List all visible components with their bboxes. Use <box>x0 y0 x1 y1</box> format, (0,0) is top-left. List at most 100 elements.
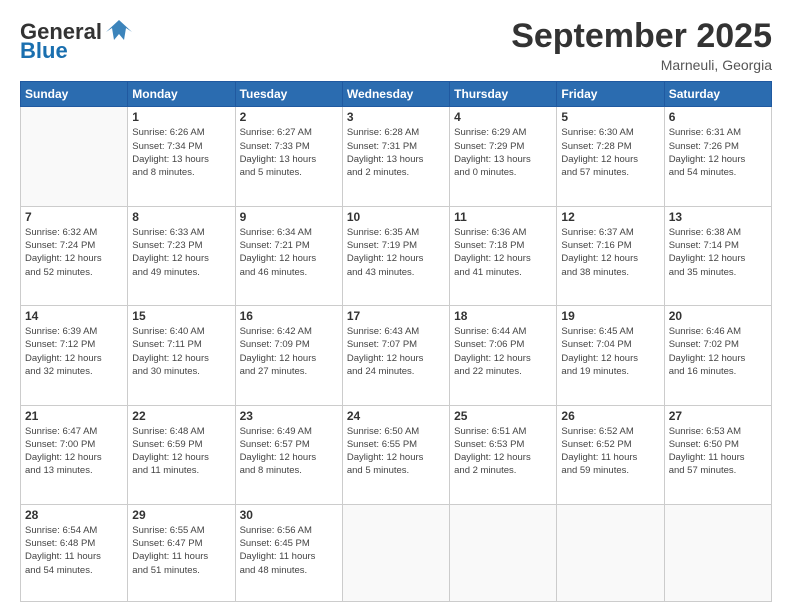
day-info: Sunrise: 6:28 AM Sunset: 7:31 PM Dayligh… <box>347 126 445 179</box>
day-info: Sunrise: 6:49 AM Sunset: 6:57 PM Dayligh… <box>240 425 338 478</box>
day-info: Sunrise: 6:56 AM Sunset: 6:45 PM Dayligh… <box>240 524 338 577</box>
col-tuesday: Tuesday <box>235 82 342 107</box>
day-info: Sunrise: 6:29 AM Sunset: 7:29 PM Dayligh… <box>454 126 552 179</box>
table-row: 17 Sunrise: 6:43 AM Sunset: 7:07 PM Dayli… <box>342 306 449 405</box>
day-info: Sunrise: 6:54 AM Sunset: 6:48 PM Dayligh… <box>25 524 123 577</box>
day-number: 12 <box>561 210 659 224</box>
calendar-week-row: 14 Sunrise: 6:39 AM Sunset: 7:12 PM Dayli… <box>21 306 772 405</box>
month-title: September 2025 <box>511 18 772 55</box>
day-info: Sunrise: 6:47 AM Sunset: 7:00 PM Dayligh… <box>25 425 123 478</box>
day-number: 5 <box>561 110 659 124</box>
table-row: 4Sunrise: 6:29 AM Sunset: 7:29 PM Daylig… <box>450 107 557 206</box>
table-row: 1Sunrise: 6:26 AM Sunset: 7:34 PM Daylig… <box>128 107 235 206</box>
table-row: 14 Sunrise: 6:39 AM Sunset: 7:12 PM Dayli… <box>21 306 128 405</box>
col-friday: Friday <box>557 82 664 107</box>
day-info: Sunrise: 6:38 AM Sunset: 7:14 PM Dayligh… <box>669 226 767 279</box>
table-row: 20 Sunrise: 6:46 AM Sunset: 7:02 PM Dayli… <box>664 306 771 405</box>
day-number: 28 <box>25 508 123 522</box>
day-info: Sunrise: 6:48 AM Sunset: 6:59 PM Dayligh… <box>132 425 230 478</box>
day-number: 16 <box>240 309 338 323</box>
day-info: Sunrise: 6:46 AM Sunset: 7:02 PM Dayligh… <box>669 325 767 378</box>
table-row: 11 Sunrise: 6:36 AM Sunset: 7:18 PM Dayli… <box>450 206 557 305</box>
day-info: Sunrise: 6:33 AM Sunset: 7:23 PM Dayligh… <box>132 226 230 279</box>
table-row: 12 Sunrise: 6:37 AM Sunset: 7:16 PM Dayli… <box>557 206 664 305</box>
calendar-table: Sunday Monday Tuesday Wednesday Thursday… <box>20 81 772 602</box>
table-row: 24 Sunrise: 6:50 AM Sunset: 6:55 PM Dayli… <box>342 405 449 504</box>
day-number: 26 <box>561 409 659 423</box>
day-info: Sunrise: 6:35 AM Sunset: 7:19 PM Dayligh… <box>347 226 445 279</box>
day-number: 15 <box>132 309 230 323</box>
day-info: Sunrise: 6:50 AM Sunset: 6:55 PM Dayligh… <box>347 425 445 478</box>
table-row: 29 Sunrise: 6:55 AM Sunset: 6:47 PM Dayli… <box>128 504 235 601</box>
day-number: 22 <box>132 409 230 423</box>
logo: General Blue <box>20 18 134 64</box>
table-row: 28 Sunrise: 6:54 AM Sunset: 6:48 PM Dayli… <box>21 504 128 601</box>
table-row: 5Sunrise: 6:30 AM Sunset: 7:28 PM Daylig… <box>557 107 664 206</box>
day-number: 11 <box>454 210 552 224</box>
col-saturday: Saturday <box>664 82 771 107</box>
table-row: 16Sunrise: 6:42 AM Sunset: 7:09 PM Dayli… <box>235 306 342 405</box>
table-row: 13 Sunrise: 6:38 AM Sunset: 7:14 PM Dayli… <box>664 206 771 305</box>
title-area: September 2025 Marneuli, Georgia <box>511 18 772 73</box>
day-info: Sunrise: 6:55 AM Sunset: 6:47 PM Dayligh… <box>132 524 230 577</box>
day-info: Sunrise: 6:40 AM Sunset: 7:11 PM Dayligh… <box>132 325 230 378</box>
day-number: 1 <box>132 110 230 124</box>
day-info: Sunrise: 6:43 AM Sunset: 7:07 PM Dayligh… <box>347 325 445 378</box>
col-monday: Monday <box>128 82 235 107</box>
day-info: Sunrise: 6:32 AM Sunset: 7:24 PM Dayligh… <box>25 226 123 279</box>
day-number: 29 <box>132 508 230 522</box>
table-row: 30 Sunrise: 6:56 AM Sunset: 6:45 PM Dayli… <box>235 504 342 601</box>
day-info: Sunrise: 6:44 AM Sunset: 7:06 PM Dayligh… <box>454 325 552 378</box>
table-row <box>664 504 771 601</box>
day-number: 23 <box>240 409 338 423</box>
table-row: 19 Sunrise: 6:45 AM Sunset: 7:04 PM Dayli… <box>557 306 664 405</box>
day-number: 18 <box>454 309 552 323</box>
calendar-week-row: 7 Sunrise: 6:32 AM Sunset: 7:24 PM Daylig… <box>21 206 772 305</box>
table-row: 3 Sunrise: 6:28 AM Sunset: 7:31 PM Daylig… <box>342 107 449 206</box>
day-number: 30 <box>240 508 338 522</box>
day-info: Sunrise: 6:53 AM Sunset: 6:50 PM Dayligh… <box>669 425 767 478</box>
table-row: 18 Sunrise: 6:44 AM Sunset: 7:06 PM Dayli… <box>450 306 557 405</box>
day-number: 7 <box>25 210 123 224</box>
day-number: 19 <box>561 309 659 323</box>
table-row <box>557 504 664 601</box>
table-row: 22 Sunrise: 6:48 AM Sunset: 6:59 PM Dayli… <box>128 405 235 504</box>
table-row: 6Sunrise: 6:31 AM Sunset: 7:26 PM Daylig… <box>664 107 771 206</box>
day-info: Sunrise: 6:36 AM Sunset: 7:18 PM Dayligh… <box>454 226 552 279</box>
calendar-week-row: 28 Sunrise: 6:54 AM Sunset: 6:48 PM Dayli… <box>21 504 772 601</box>
day-info: Sunrise: 6:45 AM Sunset: 7:04 PM Dayligh… <box>561 325 659 378</box>
day-number: 24 <box>347 409 445 423</box>
table-row <box>21 107 128 206</box>
day-info: Sunrise: 6:27 AM Sunset: 7:33 PM Dayligh… <box>240 126 338 179</box>
day-number: 3 <box>347 110 445 124</box>
table-row: 21Sunrise: 6:47 AM Sunset: 7:00 PM Dayli… <box>21 405 128 504</box>
day-info: Sunrise: 6:52 AM Sunset: 6:52 PM Dayligh… <box>561 425 659 478</box>
logo-blue-text: Blue <box>20 38 68 64</box>
day-info: Sunrise: 6:37 AM Sunset: 7:16 PM Dayligh… <box>561 226 659 279</box>
col-wednesday: Wednesday <box>342 82 449 107</box>
table-row: 10Sunrise: 6:35 AM Sunset: 7:19 PM Dayli… <box>342 206 449 305</box>
day-number: 2 <box>240 110 338 124</box>
calendar-week-row: 1Sunrise: 6:26 AM Sunset: 7:34 PM Daylig… <box>21 107 772 206</box>
day-info: Sunrise: 6:51 AM Sunset: 6:53 PM Dayligh… <box>454 425 552 478</box>
day-info: Sunrise: 6:39 AM Sunset: 7:12 PM Dayligh… <box>25 325 123 378</box>
subtitle: Marneuli, Georgia <box>511 57 772 73</box>
table-row: 27Sunrise: 6:53 AM Sunset: 6:50 PM Dayli… <box>664 405 771 504</box>
table-row: 2 Sunrise: 6:27 AM Sunset: 7:33 PM Daylig… <box>235 107 342 206</box>
day-number: 20 <box>669 309 767 323</box>
day-number: 14 <box>25 309 123 323</box>
table-row: 26 Sunrise: 6:52 AM Sunset: 6:52 PM Dayli… <box>557 405 664 504</box>
col-thursday: Thursday <box>450 82 557 107</box>
table-row: 25 Sunrise: 6:51 AM Sunset: 6:53 PM Dayli… <box>450 405 557 504</box>
table-row: 7 Sunrise: 6:32 AM Sunset: 7:24 PM Daylig… <box>21 206 128 305</box>
day-number: 17 <box>347 309 445 323</box>
table-row: 8Sunrise: 6:33 AM Sunset: 7:23 PM Daylig… <box>128 206 235 305</box>
day-number: 25 <box>454 409 552 423</box>
day-number: 6 <box>669 110 767 124</box>
table-row: 23 Sunrise: 6:49 AM Sunset: 6:57 PM Dayli… <box>235 405 342 504</box>
day-info: Sunrise: 6:34 AM Sunset: 7:21 PM Dayligh… <box>240 226 338 279</box>
logo-bird-icon <box>104 18 134 46</box>
table-row: 15 Sunrise: 6:40 AM Sunset: 7:11 PM Dayli… <box>128 306 235 405</box>
table-row: 9Sunrise: 6:34 AM Sunset: 7:21 PM Daylig… <box>235 206 342 305</box>
day-number: 13 <box>669 210 767 224</box>
